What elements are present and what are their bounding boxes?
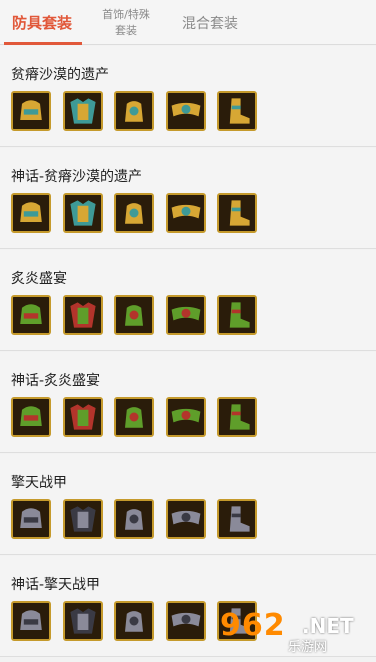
- site-watermark-logo: 962 .NET 乐游网: [220, 608, 370, 655]
- set-section-mythic-desert[interactable]: 神话-贫瘠沙漠的遗产: [0, 148, 376, 249]
- desert-belt-icon[interactable]: [165, 193, 206, 233]
- set-section-mythic-feast[interactable]: 神话-炙炎盛宴: [0, 352, 376, 453]
- feast-boots-icon[interactable]: [217, 295, 257, 335]
- mech-chest-icon[interactable]: [62, 499, 103, 539]
- desert-chest-icon[interactable]: [62, 193, 103, 233]
- active-tab-indicator: [4, 42, 82, 45]
- set-icon-row: [11, 295, 269, 335]
- tab-bar: 防具套装 首饰/特殊 套装 混合套装: [0, 0, 376, 45]
- desert-gauntlet-icon[interactable]: [114, 193, 154, 233]
- feast-gauntlet-icon[interactable]: [114, 295, 154, 335]
- set-section-mech[interactable]: 擎天战甲: [0, 454, 376, 555]
- watermark-suffix: .NET: [302, 614, 354, 638]
- set-icon-row: [11, 193, 269, 233]
- feast-belt-icon[interactable]: [165, 397, 206, 437]
- tab-mixed-sets[interactable]: 混合套装: [168, 0, 252, 45]
- mech-helm-icon[interactable]: [11, 499, 51, 539]
- set-title: 贫瘠沙漠的遗产: [11, 67, 109, 83]
- feast-chest-icon[interactable]: [62, 295, 103, 335]
- tab-armor-sets[interactable]: 防具套装: [0, 0, 84, 45]
- mech-chest-icon[interactable]: [62, 601, 103, 641]
- set-section-desert[interactable]: 贫瘠沙漠的遗产: [0, 46, 376, 147]
- tab-mixed-sets-label: 混合套装: [182, 15, 238, 32]
- set-icon-row: [11, 499, 269, 539]
- feast-helm-icon[interactable]: [11, 295, 51, 335]
- watermark-number: 962: [220, 608, 286, 643]
- set-icon-row: [11, 397, 269, 437]
- tab-accessory-label-line1: 首饰/特殊: [102, 7, 150, 21]
- desert-boots-icon[interactable]: [217, 193, 257, 233]
- mech-belt-icon[interactable]: [165, 601, 206, 641]
- desert-helm-icon[interactable]: [11, 193, 51, 233]
- desert-belt-icon[interactable]: [165, 91, 206, 131]
- watermark-subtitle: 乐游网: [288, 640, 328, 655]
- mech-belt-icon[interactable]: [165, 499, 206, 539]
- set-title: 神话-贫瘠沙漠的遗产: [11, 169, 143, 185]
- tab-armor-sets-label: 防具套装: [11, 14, 72, 32]
- set-title: 擎天战甲: [11, 475, 67, 491]
- set-title: 炙炎盛宴: [11, 271, 67, 287]
- desert-gauntlet-icon[interactable]: [114, 91, 154, 131]
- set-section-feast[interactable]: 炙炎盛宴: [0, 250, 376, 351]
- desert-boots-icon[interactable]: [217, 91, 257, 131]
- mech-helm-icon[interactable]: [11, 601, 51, 641]
- tab-accessory-label-line2: 套装: [115, 23, 137, 37]
- desert-helm-icon[interactable]: [11, 91, 51, 131]
- feast-gauntlet-icon[interactable]: [114, 397, 154, 437]
- set-icon-row: [11, 91, 269, 131]
- mech-gauntlet-icon[interactable]: [114, 601, 154, 641]
- tab-accessory-special-sets[interactable]: 首饰/特殊 套装: [84, 0, 168, 45]
- desert-chest-icon[interactable]: [62, 91, 103, 131]
- mech-gauntlet-icon[interactable]: [114, 499, 154, 539]
- feast-boots-icon[interactable]: [217, 397, 257, 437]
- set-title: 神话-擎天战甲: [11, 577, 101, 593]
- set-title: 神话-炙炎盛宴: [11, 373, 101, 389]
- mech-boots-icon[interactable]: [217, 499, 257, 539]
- feast-helm-icon[interactable]: [11, 397, 51, 437]
- feast-chest-icon[interactable]: [62, 397, 103, 437]
- feast-belt-icon[interactable]: [165, 295, 206, 335]
